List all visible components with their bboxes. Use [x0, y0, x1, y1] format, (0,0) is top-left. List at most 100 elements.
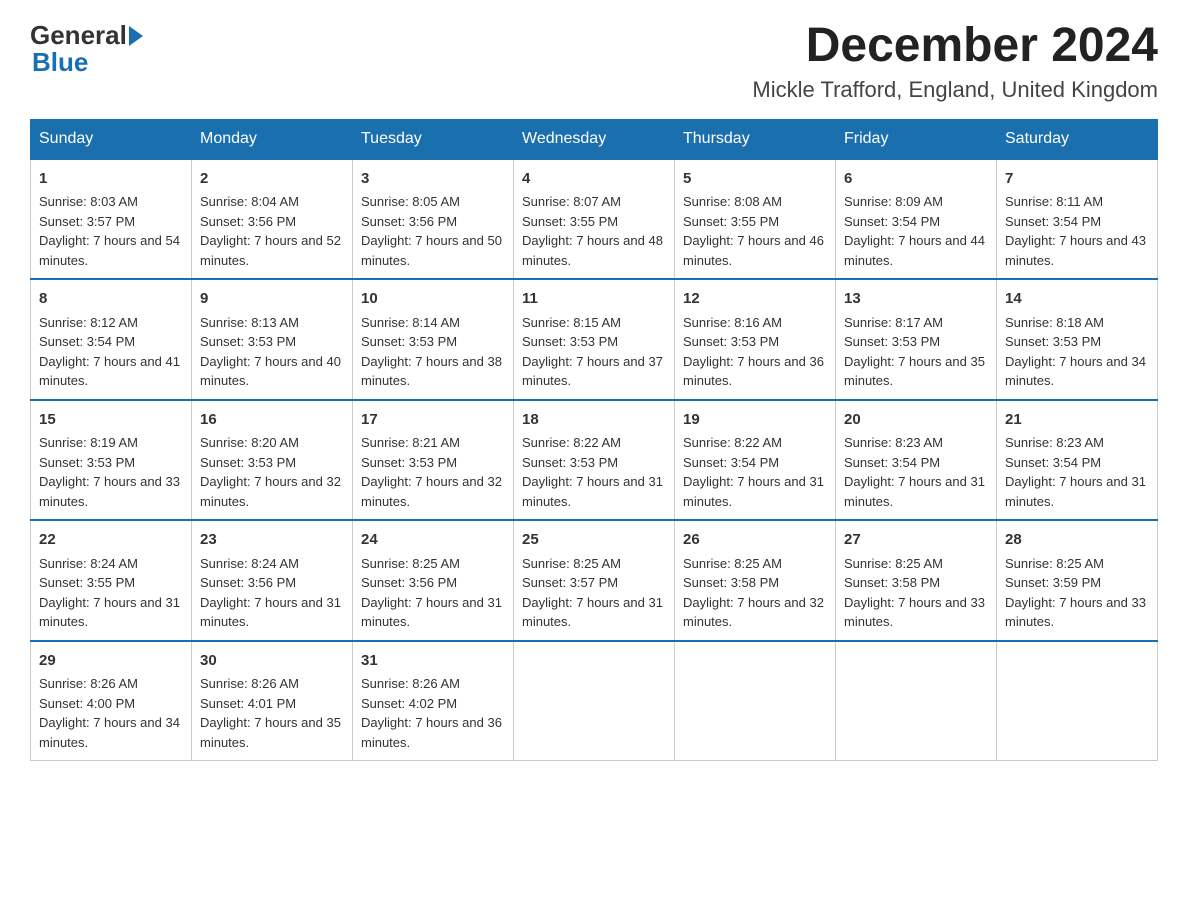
day-info: Sunrise: 8:12 AMSunset: 3:54 PMDaylight:… [39, 315, 180, 389]
day-number: 2 [200, 168, 344, 191]
calendar-cell-w3-d6: 21 Sunrise: 8:23 AMSunset: 3:54 PMDaylig… [997, 400, 1158, 521]
day-number: 5 [683, 168, 827, 191]
day-info: Sunrise: 8:05 AMSunset: 3:56 PMDaylight:… [361, 194, 502, 268]
day-number: 14 [1005, 288, 1149, 311]
day-number: 3 [361, 168, 505, 191]
calendar-cell-w4-d1: 23 Sunrise: 8:24 AMSunset: 3:56 PMDaylig… [192, 520, 353, 641]
day-number: 31 [361, 650, 505, 673]
day-number: 11 [522, 288, 666, 311]
day-info: Sunrise: 8:21 AMSunset: 3:53 PMDaylight:… [361, 435, 502, 509]
calendar-cell-w1-d4: 5 Sunrise: 8:08 AMSunset: 3:55 PMDayligh… [675, 159, 836, 280]
calendar-cell-w5-d2: 31 Sunrise: 8:26 AMSunset: 4:02 PMDaylig… [353, 641, 514, 761]
day-info: Sunrise: 8:23 AMSunset: 3:54 PMDaylight:… [1005, 435, 1146, 509]
logo-arrow-icon [129, 26, 143, 46]
day-info: Sunrise: 8:25 AMSunset: 3:58 PMDaylight:… [844, 556, 985, 630]
header-monday: Monday [192, 119, 353, 159]
calendar-cell-w1-d2: 3 Sunrise: 8:05 AMSunset: 3:56 PMDayligh… [353, 159, 514, 280]
day-info: Sunrise: 8:22 AMSunset: 3:54 PMDaylight:… [683, 435, 824, 509]
day-number: 16 [200, 409, 344, 432]
calendar-cell-w2-d2: 10 Sunrise: 8:14 AMSunset: 3:53 PMDaylig… [353, 279, 514, 400]
day-number: 24 [361, 529, 505, 552]
calendar-cell-w5-d4 [675, 641, 836, 761]
day-info: Sunrise: 8:09 AMSunset: 3:54 PMDaylight:… [844, 194, 985, 268]
calendar-cell-w1-d6: 7 Sunrise: 8:11 AMSunset: 3:54 PMDayligh… [997, 159, 1158, 280]
day-info: Sunrise: 8:14 AMSunset: 3:53 PMDaylight:… [361, 315, 502, 389]
logo-blue-text: Blue [32, 47, 88, 78]
header-sunday: Sunday [31, 119, 192, 159]
day-number: 10 [361, 288, 505, 311]
day-info: Sunrise: 8:07 AMSunset: 3:55 PMDaylight:… [522, 194, 663, 268]
day-info: Sunrise: 8:26 AMSunset: 4:01 PMDaylight:… [200, 676, 341, 750]
calendar-cell-w2-d1: 9 Sunrise: 8:13 AMSunset: 3:53 PMDayligh… [192, 279, 353, 400]
day-number: 8 [39, 288, 183, 311]
day-info: Sunrise: 8:25 AMSunset: 3:58 PMDaylight:… [683, 556, 824, 630]
calendar-cell-w2-d6: 14 Sunrise: 8:18 AMSunset: 3:53 PMDaylig… [997, 279, 1158, 400]
day-number: 22 [39, 529, 183, 552]
calendar-cell-w1-d0: 1 Sunrise: 8:03 AMSunset: 3:57 PMDayligh… [31, 159, 192, 280]
calendar-cell-w2-d0: 8 Sunrise: 8:12 AMSunset: 3:54 PMDayligh… [31, 279, 192, 400]
calendar-cell-w4-d2: 24 Sunrise: 8:25 AMSunset: 3:56 PMDaylig… [353, 520, 514, 641]
day-info: Sunrise: 8:24 AMSunset: 3:55 PMDaylight:… [39, 556, 180, 630]
day-info: Sunrise: 8:04 AMSunset: 3:56 PMDaylight:… [200, 194, 341, 268]
calendar-cell-w5-d5 [836, 641, 997, 761]
day-number: 19 [683, 409, 827, 432]
calendar-cell-w3-d0: 15 Sunrise: 8:19 AMSunset: 3:53 PMDaylig… [31, 400, 192, 521]
header: General Blue December 2024 Mickle Traffo… [30, 20, 1158, 103]
header-friday: Friday [836, 119, 997, 159]
day-number: 6 [844, 168, 988, 191]
day-number: 26 [683, 529, 827, 552]
day-info: Sunrise: 8:23 AMSunset: 3:54 PMDaylight:… [844, 435, 985, 509]
title-area: December 2024 Mickle Trafford, England, … [752, 20, 1158, 103]
day-number: 15 [39, 409, 183, 432]
day-info: Sunrise: 8:19 AMSunset: 3:53 PMDaylight:… [39, 435, 180, 509]
calendar-cell-w2-d5: 13 Sunrise: 8:17 AMSunset: 3:53 PMDaylig… [836, 279, 997, 400]
day-info: Sunrise: 8:25 AMSunset: 3:59 PMDaylight:… [1005, 556, 1146, 630]
calendar-cell-w3-d5: 20 Sunrise: 8:23 AMSunset: 3:54 PMDaylig… [836, 400, 997, 521]
calendar-cell-w5-d3 [514, 641, 675, 761]
day-info: Sunrise: 8:24 AMSunset: 3:56 PMDaylight:… [200, 556, 341, 630]
day-number: 12 [683, 288, 827, 311]
calendar-week-row-5: 29 Sunrise: 8:26 AMSunset: 4:00 PMDaylig… [31, 641, 1158, 761]
day-number: 4 [522, 168, 666, 191]
calendar-cell-w3-d2: 17 Sunrise: 8:21 AMSunset: 3:53 PMDaylig… [353, 400, 514, 521]
calendar-cell-w2-d4: 12 Sunrise: 8:16 AMSunset: 3:53 PMDaylig… [675, 279, 836, 400]
day-info: Sunrise: 8:25 AMSunset: 3:57 PMDaylight:… [522, 556, 663, 630]
calendar-table: Sunday Monday Tuesday Wednesday Thursday… [30, 119, 1158, 762]
calendar-cell-w4-d4: 26 Sunrise: 8:25 AMSunset: 3:58 PMDaylig… [675, 520, 836, 641]
day-info: Sunrise: 8:13 AMSunset: 3:53 PMDaylight:… [200, 315, 341, 389]
calendar-cell-w4-d5: 27 Sunrise: 8:25 AMSunset: 3:58 PMDaylig… [836, 520, 997, 641]
calendar-week-row-3: 15 Sunrise: 8:19 AMSunset: 3:53 PMDaylig… [31, 400, 1158, 521]
day-number: 18 [522, 409, 666, 432]
day-number: 1 [39, 168, 183, 191]
calendar-cell-w4-d0: 22 Sunrise: 8:24 AMSunset: 3:55 PMDaylig… [31, 520, 192, 641]
calendar-cell-w1-d1: 2 Sunrise: 8:04 AMSunset: 3:56 PMDayligh… [192, 159, 353, 280]
day-info: Sunrise: 8:11 AMSunset: 3:54 PMDaylight:… [1005, 194, 1146, 268]
day-info: Sunrise: 8:26 AMSunset: 4:00 PMDaylight:… [39, 676, 180, 750]
day-number: 20 [844, 409, 988, 432]
calendar-cell-w5-d6 [997, 641, 1158, 761]
header-thursday: Thursday [675, 119, 836, 159]
month-title: December 2024 [752, 20, 1158, 73]
calendar-week-row-4: 22 Sunrise: 8:24 AMSunset: 3:55 PMDaylig… [31, 520, 1158, 641]
header-wednesday: Wednesday [514, 119, 675, 159]
weekday-header-row: Sunday Monday Tuesday Wednesday Thursday… [31, 119, 1158, 159]
calendar-cell-w1-d5: 6 Sunrise: 8:09 AMSunset: 3:54 PMDayligh… [836, 159, 997, 280]
day-info: Sunrise: 8:18 AMSunset: 3:53 PMDaylight:… [1005, 315, 1146, 389]
day-number: 30 [200, 650, 344, 673]
calendar-cell-w4-d3: 25 Sunrise: 8:25 AMSunset: 3:57 PMDaylig… [514, 520, 675, 641]
day-info: Sunrise: 8:22 AMSunset: 3:53 PMDaylight:… [522, 435, 663, 509]
day-number: 27 [844, 529, 988, 552]
logo: General Blue [30, 20, 145, 78]
location-title: Mickle Trafford, England, United Kingdom [752, 77, 1158, 103]
header-saturday: Saturday [997, 119, 1158, 159]
calendar-cell-w4-d6: 28 Sunrise: 8:25 AMSunset: 3:59 PMDaylig… [997, 520, 1158, 641]
day-info: Sunrise: 8:25 AMSunset: 3:56 PMDaylight:… [361, 556, 502, 630]
day-info: Sunrise: 8:08 AMSunset: 3:55 PMDaylight:… [683, 194, 824, 268]
day-number: 13 [844, 288, 988, 311]
day-number: 29 [39, 650, 183, 673]
day-info: Sunrise: 8:16 AMSunset: 3:53 PMDaylight:… [683, 315, 824, 389]
calendar-week-row-2: 8 Sunrise: 8:12 AMSunset: 3:54 PMDayligh… [31, 279, 1158, 400]
day-number: 21 [1005, 409, 1149, 432]
calendar-cell-w5-d1: 30 Sunrise: 8:26 AMSunset: 4:01 PMDaylig… [192, 641, 353, 761]
day-info: Sunrise: 8:03 AMSunset: 3:57 PMDaylight:… [39, 194, 180, 268]
